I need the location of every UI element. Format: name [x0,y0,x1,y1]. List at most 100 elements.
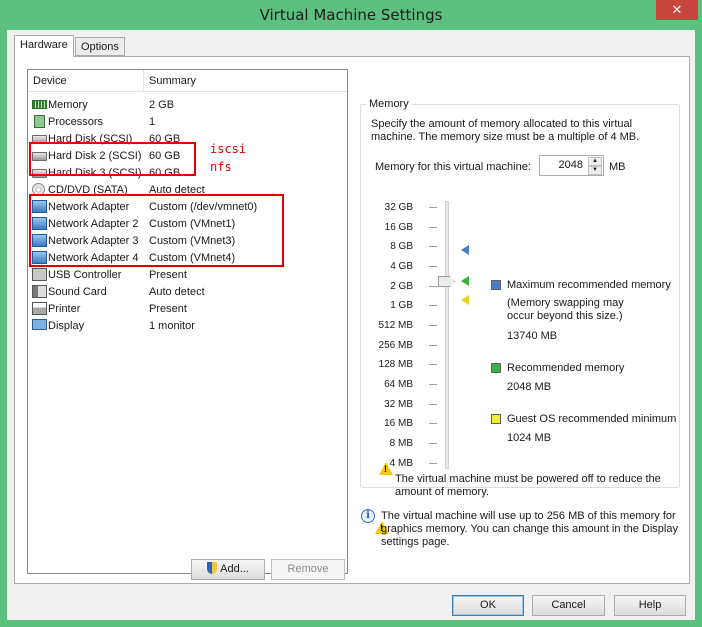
hardware-panel: Device Summary Memory 2 GB Processors 1 … [14,56,690,584]
warning-icon [379,462,393,475]
slider-tick [429,443,437,444]
printer-icon [32,302,47,315]
device-row-processors[interactable]: Processors 1 [28,114,347,131]
processor-icon [34,115,45,128]
slider-tick [429,286,437,287]
spin-up-icon[interactable]: ▲ [588,157,602,166]
device-name: USB Controller [48,269,122,281]
slider-tick [429,246,437,247]
memory-stepper[interactable]: 2048 ▲ ▼ [539,155,604,176]
max-recommended-note-line2: occur beyond this size.) [507,310,623,322]
slider-tick [429,345,437,346]
window-title: Virtual Machine Settings [259,6,443,24]
scale-label: 2 GB [390,281,413,292]
shield-icon [207,562,218,574]
device-name: Processors [48,116,104,128]
title-bar: Virtual Machine Settings ✕ [0,0,702,30]
max-recommended-value: 13740 MB [507,330,558,342]
info-line2: graphics memory. You can change this amo… [381,523,678,535]
max-recommended-swatch-icon [491,280,501,290]
slider-tick [429,266,437,267]
guest-minimum-swatch-icon [491,414,501,424]
memory-slider-ticks [429,201,437,469]
cancel-button[interactable]: Cancel [532,595,605,616]
scale-label: 256 MB [378,340,413,351]
dialog-window: Virtual Machine Settings ✕ Hardware Opti… [0,0,702,627]
recommended-label: Recommended memory [507,362,625,374]
slider-tick [429,463,437,464]
column-divider[interactable] [143,70,144,92]
device-list-header: Device Summary [28,70,347,92]
device-summary: 2 GB [149,99,175,111]
display-icon [32,319,47,330]
slider-tick [429,305,437,306]
annotation-nfs: nfs [210,160,232,174]
device-list[interactable]: Device Summary Memory 2 GB Processors 1 … [27,69,348,574]
memory-value[interactable]: 2048 [559,159,583,171]
memory-description-line1: Specify the amount of memory allocated t… [371,118,633,130]
guest-minimum-marker-icon [461,295,469,305]
remove-button[interactable]: Remove [271,559,345,580]
tab-hardware[interactable]: Hardware [14,35,74,57]
scale-label: 16 MB [384,418,413,429]
device-summary: Present [149,303,187,315]
device-row-memory[interactable]: Memory 2 GB [28,97,347,114]
device-summary: Auto detect [149,286,205,298]
device-summary: Present [149,269,187,281]
usb-icon [32,268,47,281]
dialog-body: Hardware Options Device Summary Memory 2… [7,30,695,620]
spin-down-icon[interactable]: ▼ [588,166,602,175]
tab-options[interactable]: Options [75,37,125,56]
device-name: Sound Card [48,286,107,298]
slider-tick [429,227,437,228]
device-row-sound-card[interactable]: Sound Card Auto detect [28,284,347,301]
annotation-box-network-adapters [29,194,284,267]
scale-label: 16 GB [384,222,413,233]
close-button[interactable]: ✕ [656,0,698,20]
info-line3: settings page. [381,536,450,548]
scale-label: 512 MB [378,320,413,331]
device-row-usb-controller[interactable]: USB Controller Present [28,267,347,284]
max-recommended-marker-icon [461,245,469,255]
column-header-device[interactable]: Device [33,75,67,87]
recommended-swatch-icon [491,363,501,373]
scale-label: 8 MB [389,438,413,449]
warning-line1: The virtual machine must be powered off … [395,473,661,485]
slider-tick [429,325,437,326]
memory-icon [32,100,47,109]
guest-minimum-label: Guest OS recommended minimum [507,413,677,425]
device-row-display[interactable]: Display 1 monitor [28,318,347,335]
scale-label: 32 MB [384,399,413,410]
memory-slider-thumb[interactable] [438,276,455,287]
info-line1: The virtual machine will use up to 256 M… [381,510,676,522]
slider-tick [429,384,437,385]
column-header-summary[interactable]: Summary [149,75,196,87]
slider-tick [429,364,437,365]
scale-label: 32 GB [384,202,413,213]
memory-slider-track[interactable] [445,201,449,469]
memory-field-label: Memory for this virtual machine: [375,161,531,173]
slider-tick [429,423,437,424]
annotation-box-hard-disks [29,142,196,176]
sound-card-icon [32,285,47,298]
info-icon: i [361,509,375,523]
scale-label: 64 MB [384,379,413,390]
device-name: Display [48,320,85,332]
help-button[interactable]: Help [614,595,686,616]
scale-label: 8 GB [390,241,413,252]
warning-line2: amount of memory. [395,486,489,498]
memory-description-line2: machine. The memory size must be a multi… [371,131,640,143]
annotation-iscsi: iscsi [210,142,247,156]
add-button-label: Add... [220,563,249,575]
scale-label: 1 GB [390,300,413,311]
max-recommended-label: Maximum recommended memory [507,279,671,291]
slider-tick [429,404,437,405]
ok-button[interactable]: OK [452,595,524,616]
add-button[interactable]: Add... [191,559,265,580]
recommended-marker-icon [461,276,469,286]
memory-scale-labels: 32 GB 16 GB 8 GB 4 GB 2 GB 1 GB 512 MB 2… [369,202,413,472]
memory-group: Memory Specify the amount of memory allo… [360,98,680,534]
memory-unit: MB [609,161,626,173]
recommended-value: 2048 MB [507,381,552,393]
device-row-printer[interactable]: Printer Present [28,301,347,318]
